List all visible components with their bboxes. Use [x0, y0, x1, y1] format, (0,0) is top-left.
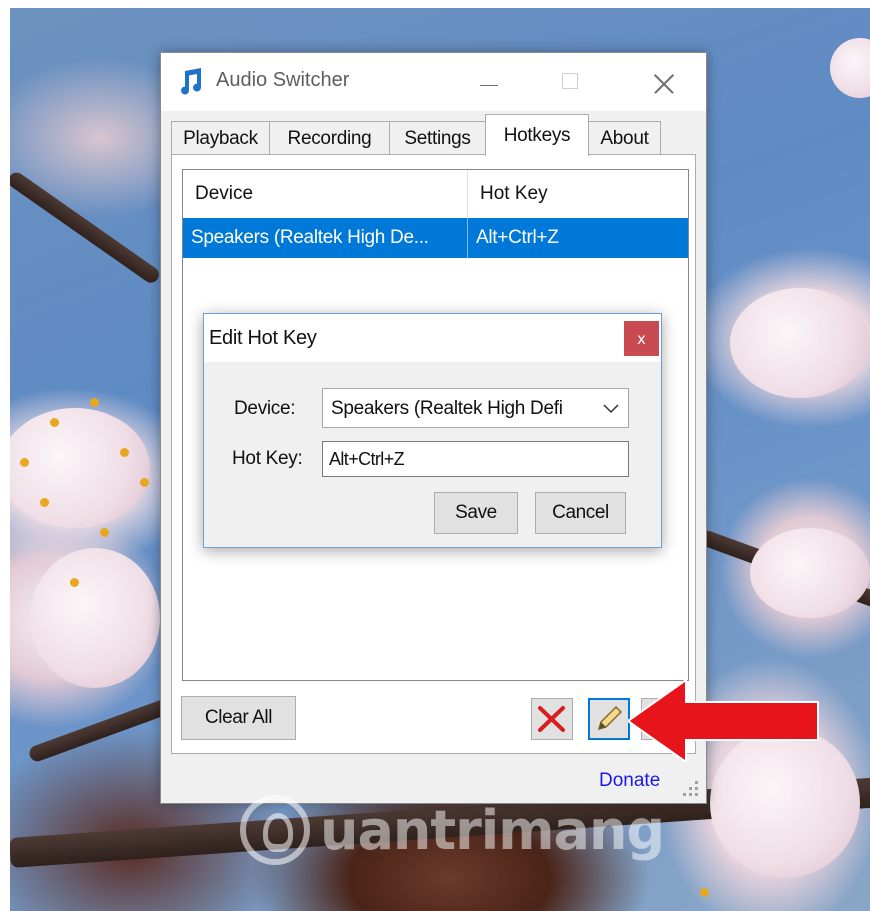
close-button[interactable]	[641, 61, 687, 101]
dialog-close-button[interactable]: x	[624, 321, 659, 356]
hotkey-label: Hot Key:	[232, 448, 303, 469]
red-arrow-annotation	[628, 680, 819, 762]
dialog-title-bar[interactable]: Edit Hot Key x	[204, 314, 661, 362]
device-select[interactable]: Speakers (Realtek High Defi	[322, 388, 629, 428]
device-label: Device:	[234, 398, 296, 419]
chevron-down-icon	[603, 404, 619, 414]
cancel-button[interactable]: Cancel	[535, 492, 626, 534]
minimize-button[interactable]	[466, 61, 512, 101]
watermark-logo-icon	[240, 795, 310, 865]
tab-about[interactable]: About	[588, 121, 661, 155]
clear-all-button[interactable]: Clear All	[181, 696, 296, 740]
edit-hotkey-dialog: Edit Hot Key x Device: Speakers (Realtek…	[203, 313, 662, 548]
device-select-value: Speakers (Realtek High Defi	[331, 398, 563, 419]
window-title: Audio Switcher	[216, 69, 350, 91]
list-row[interactable]: Speakers (Realtek High De... Alt+Ctrl+Z	[183, 218, 688, 258]
column-header-device[interactable]: Device	[183, 170, 468, 218]
resize-grip[interactable]	[683, 781, 699, 797]
watermark: uantrimang	[240, 785, 680, 875]
tab-recording[interactable]: Recording	[269, 121, 390, 155]
hotkey-field[interactable]	[322, 441, 629, 477]
pencil-icon	[597, 705, 623, 731]
music-note-icon	[181, 68, 202, 95]
title-bar[interactable]: Audio Switcher	[161, 53, 706, 111]
list-header: Device Hot Key	[183, 170, 688, 218]
row-device-cell: Speakers (Realtek High De...	[191, 218, 468, 258]
edit-hotkey-button[interactable]	[588, 698, 630, 740]
row-hotkey-cell: Alt+Ctrl+Z	[476, 227, 559, 248]
tab-hotkeys[interactable]: Hotkeys	[485, 114, 589, 156]
save-button[interactable]: Save	[434, 492, 518, 534]
dialog-title: Edit Hot Key	[209, 327, 317, 349]
delete-hotkey-button[interactable]	[531, 698, 573, 740]
red-x-icon	[538, 706, 565, 732]
watermark-text: uantrimang	[320, 798, 665, 862]
tab-settings[interactable]: Settings	[389, 121, 486, 155]
column-header-hotkey[interactable]: Hot Key	[468, 170, 688, 218]
maximize-button[interactable]	[546, 61, 592, 101]
tab-playback[interactable]: Playback	[171, 121, 270, 155]
